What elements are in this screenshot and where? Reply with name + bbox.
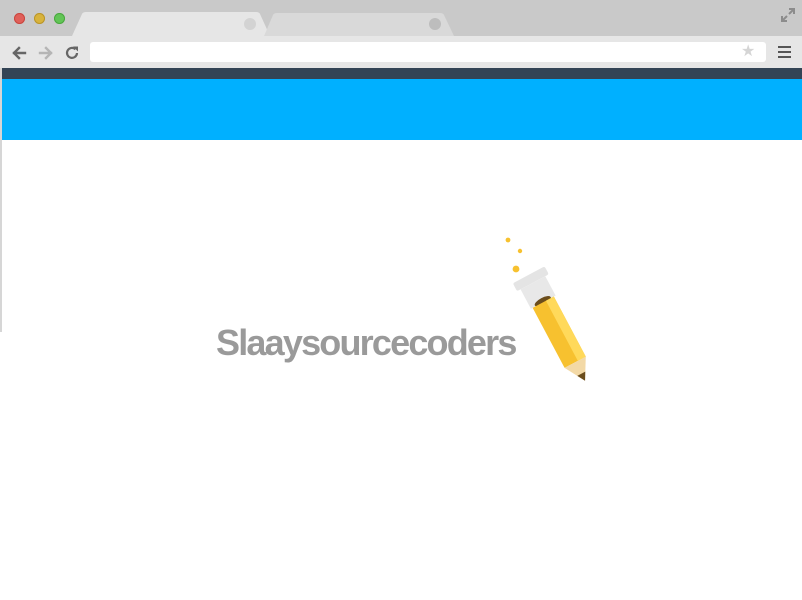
bookmark-star-icon[interactable]: ★ — [741, 44, 755, 60]
close-window-button[interactable] — [14, 13, 25, 24]
pencil-icon — [505, 237, 586, 381]
expand-icon[interactable] — [779, 6, 797, 24]
site-nav-bar — [2, 68, 802, 79]
forward-button[interactable] — [37, 44, 55, 62]
back-button[interactable] — [10, 44, 28, 62]
browser-toolbar — [0, 36, 802, 68]
minimize-window-button[interactable] — [34, 13, 45, 24]
tab-active[interactable] — [72, 12, 280, 36]
hamburger-menu-icon[interactable] — [778, 46, 791, 58]
maximize-window-button[interactable] — [54, 13, 65, 24]
browser-window: ★ — [0, 0, 802, 332]
tab-close-icon[interactable] — [429, 18, 441, 30]
tab-inactive[interactable] — [264, 12, 454, 36]
reload-button[interactable] — [63, 44, 81, 62]
tab-shape — [264, 13, 454, 36]
tab-close-icon[interactable] — [244, 18, 256, 30]
tab-strip — [0, 0, 802, 36]
logo-text: Slaaysourcecoders — [216, 322, 517, 363]
site-banner — [2, 79, 802, 140]
address-bar[interactable] — [90, 42, 766, 62]
